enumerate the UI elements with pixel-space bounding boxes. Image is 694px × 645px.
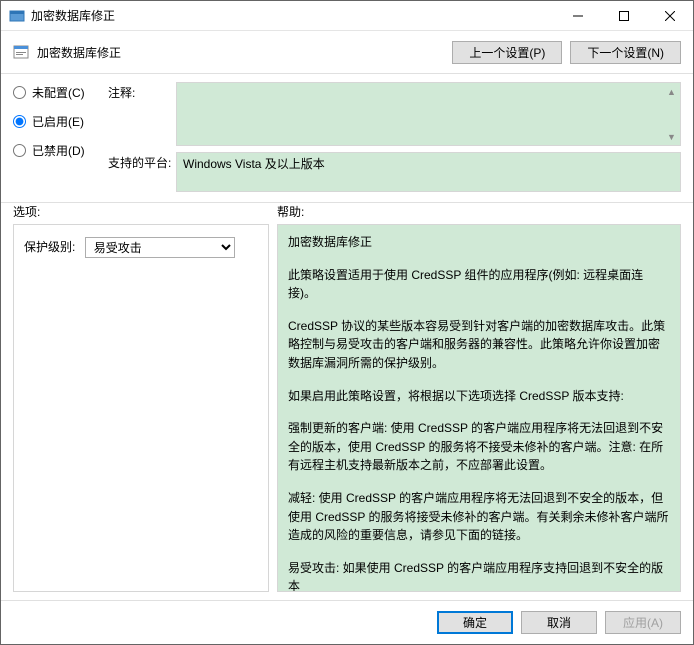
window-title: 加密数据库修正 bbox=[31, 7, 555, 24]
app-icon bbox=[9, 8, 25, 24]
state-radio-group: 未配置(C) 已启用(E) 已禁用(D) bbox=[13, 82, 108, 198]
radio-enabled-input[interactable] bbox=[13, 115, 26, 128]
scroll-down-icon[interactable]: ▼ bbox=[663, 128, 680, 145]
ok-button[interactable]: 确定 bbox=[437, 611, 513, 634]
radio-disabled[interactable]: 已禁用(D) bbox=[13, 142, 108, 159]
help-text: CredSSP 协议的某些版本容易受到针对客户端的加密数据库攻击。此策略控制与易… bbox=[288, 317, 670, 373]
fields-column: 注释: ▲ ▼ 支持的平台: Windows Vista 及以上版本 bbox=[108, 82, 681, 198]
next-setting-button[interactable]: 下一个设置(N) bbox=[570, 41, 681, 64]
help-text: 加密数据库修正 bbox=[288, 233, 670, 252]
comment-label: 注释: bbox=[108, 82, 176, 146]
panels: 保护级别: 易受攻击 加密数据库修正 此策略设置适用于使用 CredSSP 组件… bbox=[1, 224, 693, 600]
radio-not-configured-input[interactable] bbox=[13, 86, 26, 99]
help-text: 易受攻击: 如果使用 CredSSP 的客户端应用程序支持回退到不安全的版本 bbox=[288, 559, 670, 592]
help-text: 减轻: 使用 CredSSP 的客户端应用程序将无法回退到不安全的版本，但使用 … bbox=[288, 489, 670, 545]
protection-level-select[interactable]: 易受攻击 bbox=[85, 237, 235, 258]
title-bar: 加密数据库修正 bbox=[1, 1, 693, 31]
close-button[interactable] bbox=[647, 1, 693, 30]
window-controls bbox=[555, 1, 693, 30]
previous-setting-button[interactable]: 上一个设置(P) bbox=[452, 41, 562, 64]
options-panel: 保护级别: 易受攻击 bbox=[13, 224, 269, 592]
cancel-button[interactable]: 取消 bbox=[521, 611, 597, 634]
radio-not-configured[interactable]: 未配置(C) bbox=[13, 84, 108, 101]
config-area: 未配置(C) 已启用(E) 已禁用(D) 注释: ▲ ▼ 支持的平台: Wind… bbox=[1, 74, 693, 202]
dialog-footer: 确定 取消 应用(A) bbox=[1, 600, 693, 644]
options-label: 选项: bbox=[13, 203, 277, 220]
comment-row: 注释: ▲ ▼ bbox=[108, 82, 681, 146]
comment-input[interactable]: ▲ ▼ bbox=[176, 82, 681, 146]
platform-row: 支持的平台: Windows Vista 及以上版本 bbox=[108, 152, 681, 192]
apply-button[interactable]: 应用(A) bbox=[605, 611, 681, 634]
protection-level-label: 保护级别: bbox=[24, 238, 75, 255]
minimize-button[interactable] bbox=[555, 1, 601, 30]
radio-enabled-label: 已启用(E) bbox=[32, 113, 84, 130]
radio-not-configured-label: 未配置(C) bbox=[32, 84, 85, 101]
scroll-up-icon[interactable]: ▲ bbox=[663, 83, 680, 100]
help-text: 强制更新的客户端: 使用 CredSSP 的客户端应用程序将无法回退到不安全的版… bbox=[288, 419, 670, 475]
maximize-button[interactable] bbox=[601, 1, 647, 30]
platform-value-box: Windows Vista 及以上版本 bbox=[176, 152, 681, 192]
platform-label: 支持的平台: bbox=[108, 152, 176, 192]
policy-icon bbox=[13, 44, 29, 60]
radio-disabled-input[interactable] bbox=[13, 144, 26, 157]
section-labels-row: 选项: 帮助: bbox=[1, 203, 693, 224]
help-label: 帮助: bbox=[277, 203, 681, 220]
platform-value: Windows Vista 及以上版本 bbox=[183, 157, 325, 171]
help-text: 此策略设置适用于使用 CredSSP 组件的应用程序(例如: 远程桌面连接)。 bbox=[288, 266, 670, 303]
radio-disabled-label: 已禁用(D) bbox=[32, 142, 85, 159]
help-panel[interactable]: 加密数据库修正 此策略设置适用于使用 CredSSP 组件的应用程序(例如: 远… bbox=[277, 224, 681, 592]
policy-title: 加密数据库修正 bbox=[37, 44, 444, 61]
radio-enabled[interactable]: 已启用(E) bbox=[13, 113, 108, 130]
help-text: 如果启用此策略设置，将根据以下选项选择 CredSSP 版本支持: bbox=[288, 387, 670, 406]
sub-header: 加密数据库修正 上一个设置(P) 下一个设置(N) bbox=[1, 31, 693, 73]
